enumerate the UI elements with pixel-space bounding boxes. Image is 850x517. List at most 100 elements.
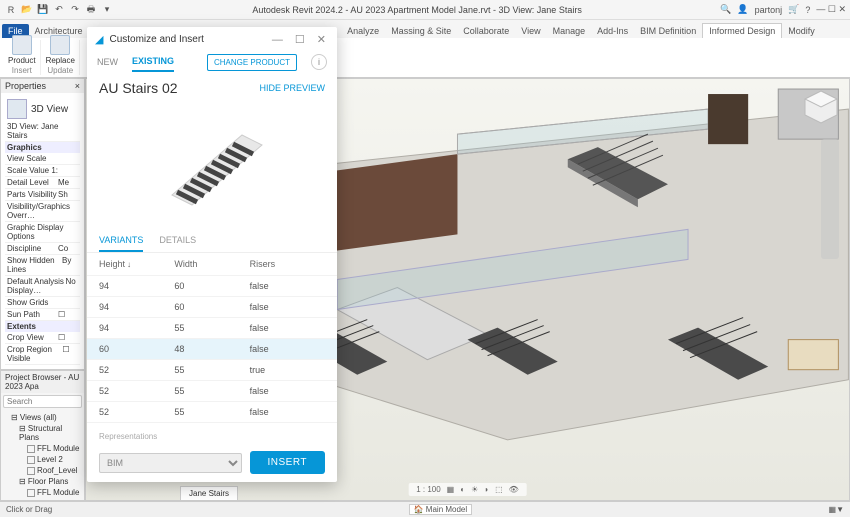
change-product-button[interactable]: CHANGE PRODUCT [207, 54, 297, 71]
property-row[interactable]: Crop View☐ [5, 332, 80, 344]
col-risers[interactable]: Risers [250, 259, 325, 269]
user-icon[interactable]: 👤 [737, 4, 748, 15]
subtab-details[interactable]: DETAILS [159, 230, 196, 252]
col-width[interactable]: Width [174, 259, 249, 269]
group-label-insert: Insert [12, 66, 32, 75]
property-row[interactable]: Show Grids [5, 297, 80, 309]
properties-cat-graphics[interactable]: Graphics [5, 142, 80, 153]
autodesk-icon: ◢ [95, 33, 103, 46]
revit-icon[interactable]: R [4, 3, 18, 17]
tree-node[interactable]: ⊟ Structural Plans [3, 423, 82, 443]
visual-style-icon[interactable]: ◐ [458, 485, 467, 494]
property-row[interactable]: Parts VisibilitySh [5, 189, 80, 201]
ribbon-tab-massing-site[interactable]: Massing & Site [385, 24, 457, 38]
tree-node[interactable]: FFL Module [3, 443, 82, 454]
detail-level-icon[interactable]: ▦ [445, 485, 457, 494]
filter-icon[interactable]: ▼ [836, 505, 844, 514]
ribbon-tab-add-ins[interactable]: Add-Ins [591, 24, 634, 38]
close-icon[interactable]: ✕ [314, 33, 329, 46]
info-icon[interactable]: i [311, 54, 327, 70]
workset-selector[interactable]: 🏠 Main Model [409, 504, 473, 515]
viewcube[interactable] [801, 87, 841, 127]
property-row[interactable]: Graphic Display Options [5, 222, 80, 243]
ribbon-tab-analyze[interactable]: Analyze [341, 24, 385, 38]
browser-search-input[interactable] [3, 395, 82, 408]
quick-access-toolbar: R 📂 💾 ↶ ↷ 🖶 ▾ [4, 3, 114, 17]
hide-icon[interactable]: 👁 [507, 485, 521, 494]
property-row[interactable]: Default Analysis Display…No [5, 276, 80, 297]
variant-row[interactable]: 5255false [87, 380, 337, 401]
minimize-icon[interactable]: — [269, 34, 286, 46]
tree-node[interactable]: ⊟ Views (all) [3, 412, 82, 423]
crop-icon[interactable]: ⬚ [493, 485, 505, 494]
print-icon[interactable]: 🖶 [84, 3, 98, 17]
panel-header[interactable]: ◢ Customize and Insert — ☐ ✕ [87, 27, 337, 52]
variant-row[interactable]: 9460false [87, 296, 337, 317]
subtab-variants[interactable]: VARIANTS [99, 230, 143, 252]
hide-preview-link[interactable]: HIDE PREVIEW [259, 83, 325, 93]
save-icon[interactable]: 💾 [36, 3, 50, 17]
property-row[interactable]: Scale Value 1: [5, 165, 80, 177]
property-row[interactable]: Sun Path☐ [5, 309, 80, 321]
tree-node[interactable]: Level 2 [3, 454, 82, 465]
search-icon[interactable]: 🔍 [720, 4, 731, 15]
product-button[interactable]: Product [8, 35, 36, 65]
minimize-button[interactable]: — [816, 4, 825, 14]
variant-row[interactable]: 9455false [87, 317, 337, 338]
property-row[interactable]: Visibility/Graphics Overr… [5, 201, 80, 222]
variant-row[interactable]: 5255false [87, 401, 337, 422]
tree-node[interactable]: ⊟ Floor Plans [3, 476, 82, 487]
representation-select[interactable]: BIM [99, 453, 242, 473]
maximize-icon[interactable]: ☐ [292, 33, 308, 46]
navigation-bar[interactable] [821, 139, 839, 259]
scale-control[interactable]: 1 : 100 [414, 485, 442, 494]
view-icon [7, 99, 27, 119]
property-row[interactable]: View Scale [5, 153, 80, 165]
user-name[interactable]: partonj [755, 5, 783, 15]
properties-cat-extents[interactable]: Extents [5, 321, 80, 332]
close-button[interactable]: ✕ [838, 4, 846, 14]
variant-row[interactable]: 6048false [87, 338, 337, 359]
sort-down-icon: ↓ [127, 260, 131, 269]
ribbon-tab-collaborate[interactable]: Collaborate [457, 24, 515, 38]
select-icon[interactable]: ▦ [829, 505, 837, 514]
close-icon[interactable]: × [75, 81, 80, 91]
product-title-row: AU Stairs 02 HIDE PREVIEW [87, 72, 337, 100]
browser-header[interactable]: Project Browser - AU 2023 Apa [1, 371, 84, 393]
tree-node[interactable]: Roof_Level [3, 465, 82, 476]
tab-new[interactable]: NEW [97, 53, 118, 71]
sun-icon[interactable]: ☀ [469, 485, 480, 494]
replace-button[interactable]: Replace [46, 35, 75, 65]
undo-icon[interactable]: ↶ [52, 3, 66, 17]
property-row[interactable]: Show Hidden LinesBy [5, 255, 80, 276]
panel-subtabs: VARIANTS DETAILS [87, 230, 337, 253]
variants-list[interactable]: 9460false9460false9455false6048false5255… [87, 275, 337, 428]
redo-icon[interactable]: ↷ [68, 3, 82, 17]
ribbon-tab-bim-definition[interactable]: BIM Definition [634, 24, 702, 38]
open-icon[interactable]: 📂 [20, 3, 34, 17]
variant-row[interactable]: 5154false [87, 422, 337, 428]
maximize-button[interactable]: ☐ [828, 4, 836, 14]
app-title: Autodesk Revit 2024.2 - AU 2023 Apartmen… [114, 5, 720, 15]
help-icon[interactable]: ? [805, 5, 810, 15]
col-height[interactable]: Height↓ [99, 259, 174, 269]
qat-more-icon[interactable]: ▾ [100, 3, 114, 17]
properties-instance[interactable]: 3D View: Jane Stairs [5, 121, 80, 142]
property-row[interactable]: Detail LevelMe [5, 177, 80, 189]
shadows-icon[interactable]: ◗ [482, 485, 491, 494]
variant-row[interactable]: 9460false [87, 275, 337, 296]
property-row[interactable]: Crop Region Visible☐ [5, 344, 80, 365]
ribbon-tab-view[interactable]: View [515, 24, 546, 38]
ribbon-tab-manage[interactable]: Manage [547, 24, 592, 38]
cart-icon[interactable]: 🛒 [788, 4, 799, 15]
variant-row[interactable]: 5255true [87, 359, 337, 380]
ribbon-tab-modify[interactable]: Modify [782, 24, 821, 38]
properties-type-selector[interactable]: 3D View [5, 97, 80, 121]
properties-header[interactable]: Properties × [1, 79, 84, 93]
tree-node[interactable]: FFL Module [3, 487, 82, 498]
view-tab-active[interactable]: Jane Stairs [180, 486, 238, 501]
property-row[interactable]: DisciplineCo [5, 243, 80, 255]
insert-button[interactable]: INSERT [250, 451, 326, 474]
tab-existing[interactable]: EXISTING [132, 52, 174, 72]
ribbon-tab-informed-design[interactable]: Informed Design [702, 23, 782, 38]
